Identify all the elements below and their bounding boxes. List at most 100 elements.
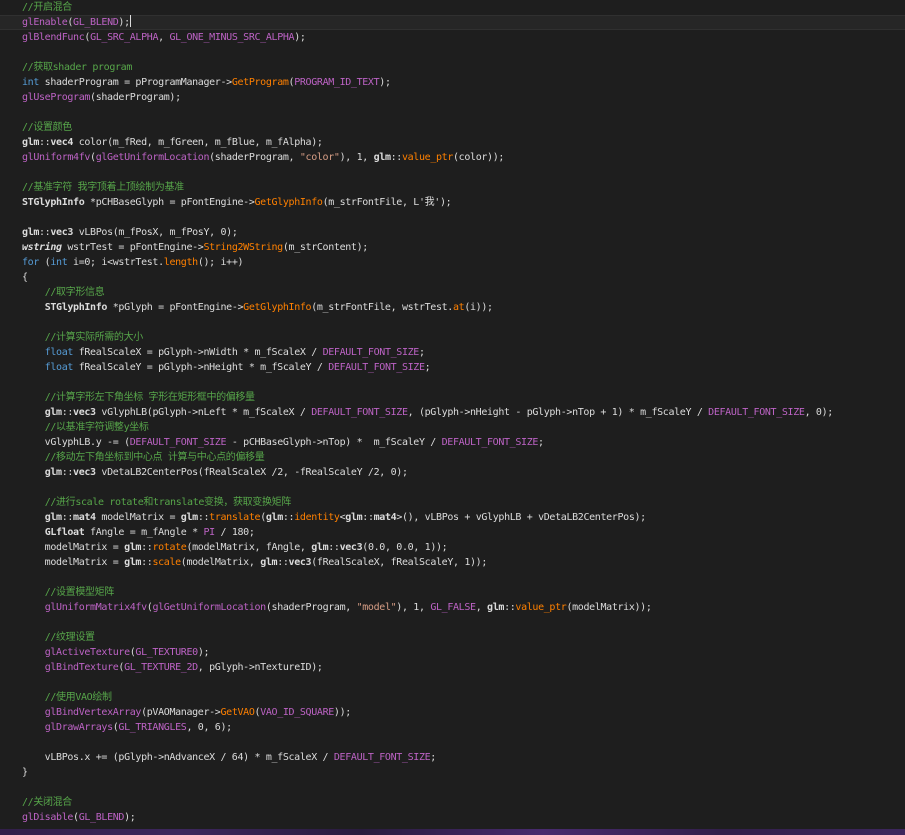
code-line[interactable]: //基准字符 我字顶着上顶绘制为基准 (22, 180, 833, 195)
code-token-ns: glm (373, 152, 391, 163)
code-line[interactable]: glBindTexture(GL_TEXTURE_2D, pGlyph->nTe… (22, 660, 833, 675)
code-line[interactable]: float fRealScaleY = pGlyph->nHeight * m_… (22, 360, 833, 375)
code-token-macro: DEFAULT_FONT_SIZE (311, 407, 408, 418)
code-line[interactable]: glBindVertexArray(pVAOManager->GetVAO(VA… (22, 705, 833, 720)
code-line[interactable]: glUniform4fv(glGetUniformLocation(shader… (22, 150, 833, 165)
code-line[interactable]: glActiveTexture(GL_TEXTURE0); (22, 645, 833, 660)
code-line[interactable]: vGlyphLB.y -= (DEFAULT_FONT_SIZE - pCHBa… (22, 435, 833, 450)
code-line[interactable]: modelMatrix = glm::rotate(modelMatrix, f… (22, 540, 833, 555)
code-line[interactable]: glm::mat4 modelMatrix = glm::translate(g… (22, 510, 833, 525)
code-line[interactable]: //取字形信息 (22, 285, 833, 300)
code-token-default: :: (390, 152, 403, 163)
code-token-ns: glm (22, 227, 40, 238)
code-token-comment: //取字形信息 (44, 287, 105, 298)
code-line[interactable]: //以基准字符调整y坐标 (22, 420, 833, 435)
code-token-comment: //计算字形左下角坐标 字形在矩形框中的偏移量 (44, 392, 255, 403)
code-line[interactable] (22, 210, 833, 225)
code-token-default: (color)); (453, 152, 505, 163)
code-token-macro: GL_TRIANGLES (118, 722, 187, 733)
code-line[interactable]: //纹理设置 (22, 630, 833, 645)
code-token-default: :: (39, 137, 51, 148)
code-line[interactable]: //设置颜色 (22, 120, 833, 135)
code-token-bold: vec3 (339, 542, 363, 553)
code-line[interactable] (22, 615, 833, 630)
code-token-default (22, 392, 45, 403)
code-line[interactable]: glUniformMatrix4fv(glGetUniformLocation(… (22, 600, 833, 615)
code-line[interactable]: vLBPos.x += (pGlyph->nAdvanceX / 64) * m… (22, 750, 833, 765)
code-line[interactable]: //设置模型矩阵 (22, 585, 833, 600)
code-token-api: glEnable (22, 17, 68, 28)
code-editor[interactable]: //开启混合 glEnable(GL_BLEND); glBlendFunc(GL_… (0, 0, 905, 835)
code-token-default: ); (197, 647, 210, 658)
code-token-default: ); (294, 32, 306, 43)
code-token-default: modelMatrix = (22, 542, 125, 553)
code-line[interactable]: { (22, 270, 833, 285)
code-line[interactable] (22, 165, 833, 180)
code-token-default (22, 467, 45, 478)
code-token-macro: DEFAULT_FONT_SIZE (129, 437, 227, 448)
code-token-bold: STGlyphInfo (44, 302, 108, 313)
code-line[interactable] (22, 570, 833, 585)
code-token-default: (fRealScaleX, fRealScaleY, 1)); (311, 557, 488, 568)
code-token-default: i=0; i<wstrTest. (67, 257, 164, 268)
code-token-func: GetGlyphInfo (254, 197, 323, 208)
code-token-default: vLBPos.x += (pGlyph->nAdvanceX / 64) * m… (22, 752, 334, 763)
code-line[interactable]: glDrawArrays(GL_TRIANGLES, 0, 6); (22, 720, 833, 735)
code-line[interactable]: glUseProgram(shaderProgram); (22, 90, 833, 105)
code-line[interactable] (22, 315, 833, 330)
code-line[interactable] (22, 375, 833, 390)
code-line[interactable]: //计算字形左下角坐标 字形在矩形框中的偏移量 (22, 390, 833, 405)
code-token-default (22, 287, 45, 298)
code-line[interactable] (22, 480, 833, 495)
code-line[interactable]: STGlyphInfo *pGlyph = pFontEngine->GetGl… (22, 300, 833, 315)
code-token-ns: glm (311, 542, 329, 553)
code-token-default: color(m_fRed, m_fGreen, m_fBlue, m_fAlph… (73, 137, 323, 148)
code-token-default: shaderProgram = pProgramManager-> (39, 77, 233, 88)
code-line[interactable]: STGlyphInfo *pCHBaseGlyph = pFontEngine-… (22, 195, 833, 210)
code-line[interactable] (22, 105, 833, 120)
code-line[interactable]: //获取shader program (22, 60, 833, 75)
code-token-default: vGlyphLB(pGlyph->nLeft * m_fScaleX / (95, 407, 312, 418)
code-line[interactable]: //开启混合 (22, 0, 833, 15)
code-line[interactable]: glDisable(GL_BLEND); (22, 810, 833, 825)
code-line[interactable] (22, 780, 833, 795)
code-line[interactable]: glm::vec3 vGlyphLB(pGlyph->nLeft * m_fSc… (22, 405, 834, 420)
code-line[interactable]: glm::vec3 vDetaLB2CenterPos(fRealScaleX … (22, 465, 833, 480)
code-token-default (22, 407, 45, 418)
code-line[interactable]: modelMatrix = glm::scale(modelMatrix, gl… (22, 555, 833, 570)
code-token-func: at (452, 302, 465, 313)
code-text-area[interactable]: //开启混合 glEnable(GL_BLEND); glBlendFunc(GL_… (22, 0, 833, 825)
code-token-bold: vec3 (288, 557, 312, 568)
code-token-default: (i)); (464, 302, 493, 313)
code-line[interactable]: glm::vec3 vLBPos(m_fPosX, m_fPosY, 0); (22, 225, 833, 240)
code-token-comment: //纹理设置 (44, 632, 95, 643)
code-line[interactable]: //关闭混合 (22, 795, 833, 810)
code-token-default: >(), vLBPos + vGlyphLB + vDetaLB2CenterP… (396, 512, 646, 523)
code-token-default: (0.0, 0.0, 1)); (362, 542, 448, 553)
code-token-comment: //设置模型矩阵 (44, 587, 115, 598)
code-line[interactable]: //移动左下角坐标到中心点 计算与中心点的偏移量 (22, 450, 833, 465)
code-line[interactable]: for (int i=0; i<wstrTest.length(); i++) (22, 255, 833, 270)
code-line[interactable]: wstring wstrTest = pFontEngine->String2W… (22, 240, 833, 255)
code-line[interactable] (22, 675, 833, 690)
code-token-bold: vec3 (73, 407, 96, 418)
code-line[interactable]: //计算实际所需的大小 (22, 330, 833, 345)
code-token-default (22, 497, 45, 508)
code-line[interactable]: glEnable(GL_BLEND); (22, 15, 833, 30)
code-token-default (22, 692, 45, 703)
code-token-ns: glm (260, 557, 278, 568)
code-line[interactable]: glm::vec4 color(m_fRed, m_fGreen, m_fBlu… (22, 135, 833, 150)
code-token-comment: //关闭混合 (22, 797, 72, 808)
code-line[interactable] (22, 735, 833, 750)
code-token-api: glDisable (22, 812, 74, 823)
code-line[interactable]: } (22, 765, 833, 780)
code-line[interactable] (22, 45, 833, 60)
code-line[interactable]: //使用VAO绘制 (22, 690, 833, 705)
code-token-default: (shaderProgram); (90, 92, 181, 103)
code-line[interactable]: glBlendFunc(GL_SRC_ALPHA, GL_ONE_MINUS_S… (22, 30, 833, 45)
code-line[interactable]: //进行scale rotate和translate变换，获取变换矩阵 (22, 495, 833, 510)
code-token-macro: DEFAULT_FONT_SIZE (441, 437, 539, 448)
code-line[interactable]: float fRealScaleX = pGlyph->nWidth * m_f… (22, 345, 833, 360)
code-line[interactable]: GLfloat fAngle = m_fAngle * PI / 180; (22, 525, 833, 540)
code-line[interactable]: int shaderProgram = pProgramManager->Get… (22, 75, 833, 90)
